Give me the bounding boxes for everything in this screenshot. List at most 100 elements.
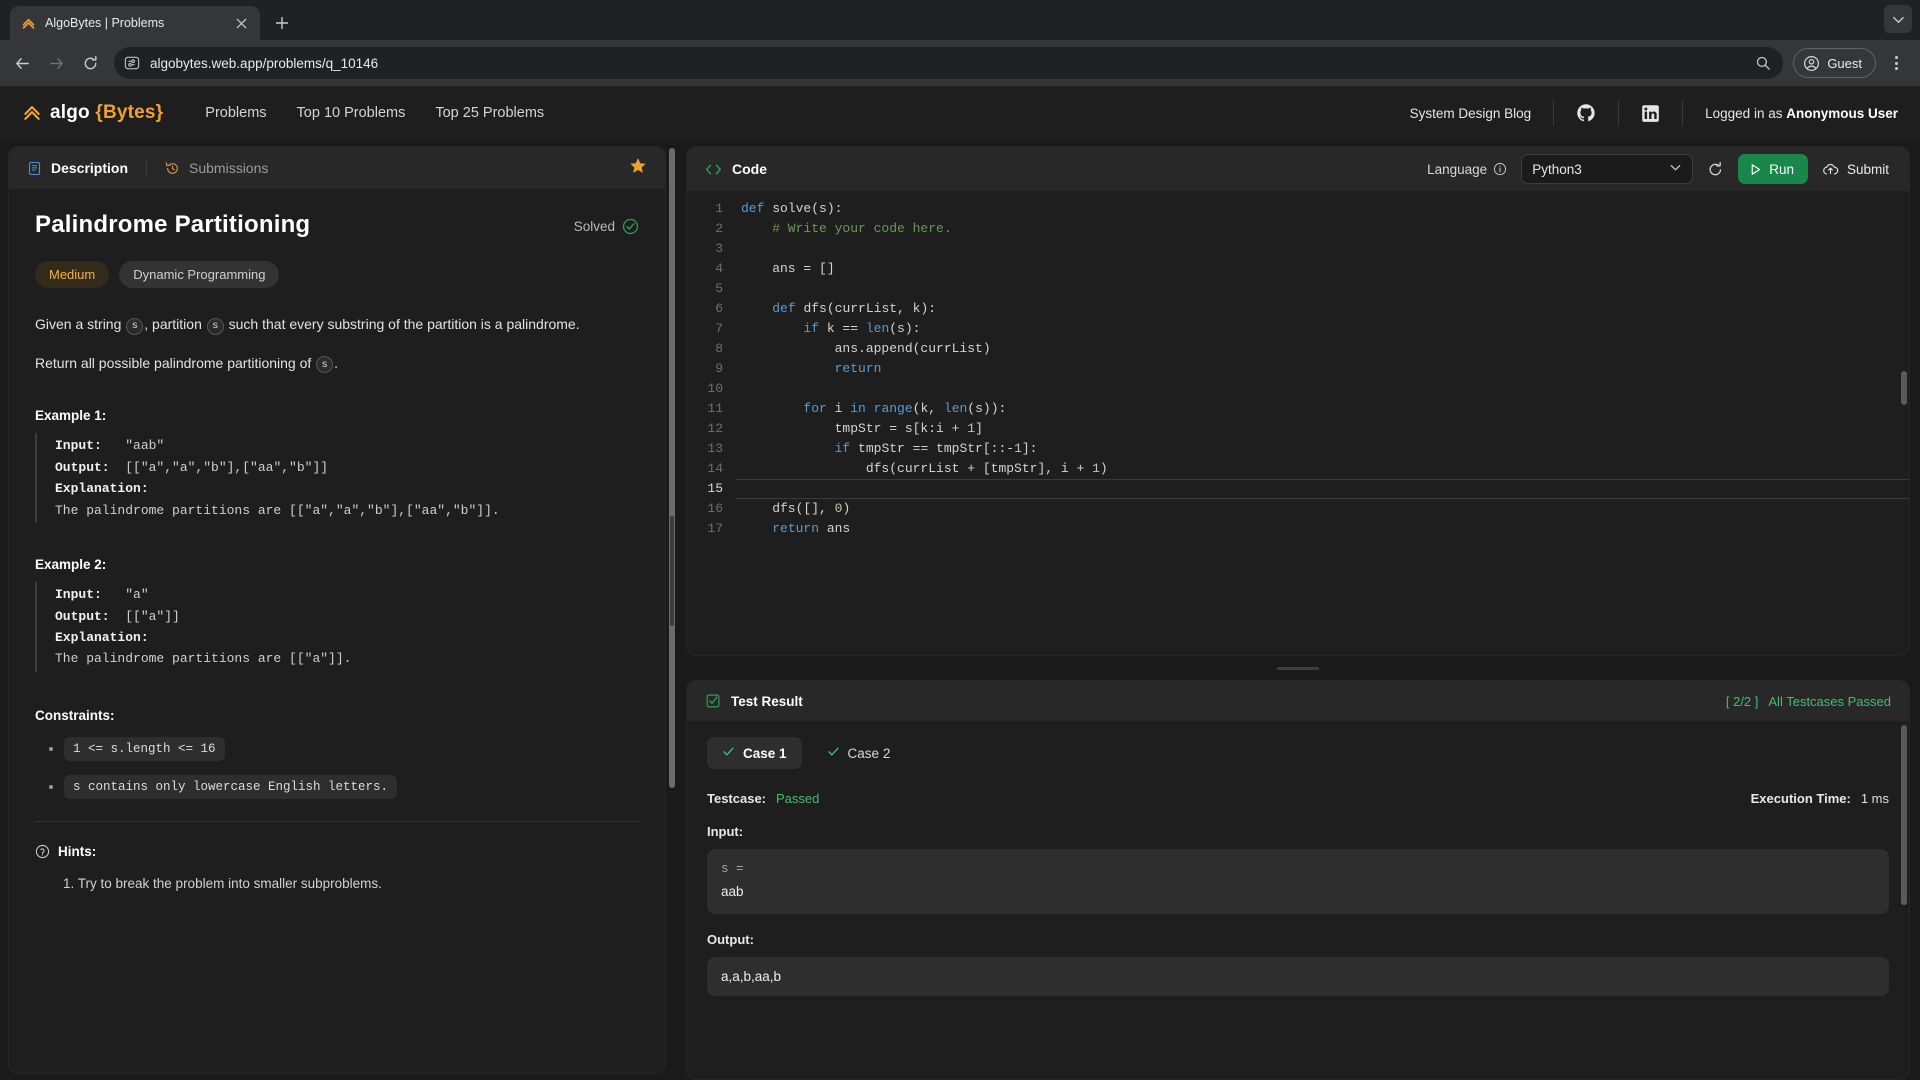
nav-link-top-10-problems[interactable]: Top 10 Problems: [297, 105, 406, 121]
case-tab-2-label: Case 2: [847, 745, 891, 761]
run-button[interactable]: Run: [1738, 154, 1808, 184]
description-tabbar: Description Submissions: [9, 147, 665, 189]
line-number: 14: [707, 461, 723, 476]
solved-label: Solved: [573, 219, 615, 234]
test-result-body: Case 1 Case 2 Testcase: Passed Execution…: [687, 721, 1909, 1079]
url-text: algobytes.web.app/problems/q_10146: [150, 55, 379, 71]
address-bar[interactable]: algobytes.web.app/problems/q_10146: [114, 47, 1784, 79]
code-line[interactable]: if k == len(s):: [735, 319, 1909, 339]
brand-accent: {Bytes}: [95, 102, 164, 123]
line-number: 7: [715, 321, 723, 336]
test-result-title: Test Result: [705, 693, 803, 709]
code-text-area[interactable]: def solve(s): # Write your code here. an…: [735, 199, 1909, 655]
code-scrollbar-thumb[interactable]: [1901, 371, 1907, 405]
github-icon[interactable]: [1554, 103, 1618, 123]
case-tab-1-label: Case 1: [743, 745, 787, 761]
brand-logo[interactable]: algo {Bytes}: [22, 102, 163, 124]
page-title: Palindrome Partitioning: [35, 211, 311, 238]
code-line[interactable]: [735, 379, 1909, 399]
case-tab-1[interactable]: Case 1: [707, 737, 802, 769]
code-line[interactable]: [735, 279, 1909, 299]
browser-tab[interactable]: AlgoBytes | Problems: [10, 6, 260, 40]
logged-in-prefix: Logged in as: [1705, 105, 1787, 121]
code-line[interactable]: return ans: [735, 519, 1909, 539]
tab-description[interactable]: Description: [27, 160, 128, 176]
statement-part: Given a string: [35, 316, 126, 332]
system-design-blog-link[interactable]: System Design Blog: [1388, 106, 1554, 121]
left-pane: Description Submissions Palindrome Parti…: [8, 146, 676, 1080]
code-line[interactable]: for i in range(k, len(s)):: [735, 399, 1909, 419]
profile-button[interactable]: Guest: [1793, 48, 1876, 78]
new-tab-button[interactable]: [268, 9, 296, 37]
code-line[interactable]: dfs([], 0): [735, 499, 1909, 519]
checklist-icon: [705, 693, 721, 709]
code-line[interactable]: dfs(currList + [tmpStr], i + 1): [735, 459, 1909, 479]
search-icon[interactable]: [1755, 55, 1771, 71]
nav-link-top-25-problems[interactable]: Top 25 Problems: [435, 105, 544, 121]
check-circle-icon: [622, 218, 639, 235]
linkedin-icon[interactable]: [1619, 104, 1682, 123]
language-select[interactable]: Python3: [1521, 154, 1694, 184]
reload-icon[interactable]: [74, 47, 106, 79]
chevron-down-icon[interactable]: [1884, 5, 1912, 33]
pane-resize-handle[interactable]: [670, 516, 674, 626]
statement-part: such that every substring of the partiti…: [224, 316, 580, 332]
description-card: Description Submissions Palindrome Parti…: [8, 146, 666, 1074]
topic-badge[interactable]: Dynamic Programming: [119, 261, 280, 288]
example-explanation-value: The palindrome partitions are [["a"]].: [55, 651, 352, 667]
code-line[interactable]: return: [735, 359, 1909, 379]
test-scrollbar-thumb[interactable]: [1901, 725, 1907, 905]
close-icon[interactable]: [232, 14, 250, 32]
code-line[interactable]: [735, 239, 1909, 259]
code-card: Code Language Python3 Run Submit 1 2 3 4…: [686, 146, 1910, 656]
tab-strip: AlgoBytes | Problems: [0, 0, 1920, 40]
bullet-icon: [49, 746, 53, 751]
code-line[interactable]: tmpStr = s[k:i + 1]: [735, 419, 1909, 439]
reset-icon[interactable]: [1707, 161, 1724, 178]
difficulty-badge[interactable]: Medium: [35, 261, 110, 288]
inline-code-s: s: [126, 317, 144, 335]
code-line[interactable]: [735, 479, 1909, 499]
code-line[interactable]: ans = []: [735, 259, 1909, 279]
statement-part: , partition: [144, 316, 206, 332]
code-header: Code Language Python3 Run Submit: [687, 147, 1909, 191]
code-line[interactable]: # Write your code here.: [735, 219, 1909, 239]
panel-drag-handle[interactable]: [686, 664, 1910, 672]
code-line[interactable]: def dfs(currList, k):: [735, 299, 1909, 319]
case-tab-2[interactable]: Case 2: [812, 737, 906, 769]
code-line[interactable]: if tmpStr == tmpStr[::-1]:: [735, 439, 1909, 459]
line-number: 12: [707, 421, 723, 436]
check-icon: [827, 745, 840, 761]
right-pane: Code Language Python3 Run Submit 1 2 3 4…: [686, 146, 1910, 1080]
tab-description-label: Description: [51, 160, 129, 176]
divider: [35, 820, 639, 822]
star-icon[interactable]: [629, 157, 647, 180]
code-line[interactable]: def solve(s):: [735, 199, 1909, 219]
arrow-left-icon[interactable]: [6, 47, 38, 79]
constraints-heading: Constraints:: [35, 707, 115, 723]
inline-code-s: s: [316, 356, 334, 374]
history-icon: [165, 161, 180, 176]
problem-statement-line-2: Return all possible palindrome partition…: [35, 353, 639, 375]
output-label: Output:: [55, 459, 110, 475]
question-circle-icon: [35, 844, 50, 859]
submit-button-label: Submit: [1846, 161, 1889, 177]
info-icon[interactable]: [1493, 162, 1507, 176]
code-line[interactable]: ans.append(currList): [735, 339, 1909, 359]
output-label: Output:: [55, 608, 110, 624]
kebab-menu-icon[interactable]: [1882, 49, 1910, 77]
solved-status: Solved: [574, 211, 639, 235]
brand-prefix: algo: [50, 102, 96, 123]
hints-heading-label: Hints:: [58, 843, 97, 859]
submit-button[interactable]: Submit: [1822, 161, 1891, 178]
tab-submissions[interactable]: Submissions: [165, 160, 268, 176]
code-editor[interactable]: 1 2 3 4 5 6 7 8 9 10 11 12 13 14 15 16 17 def solve(s): …: [687, 191, 1909, 655]
site-settings-icon[interactable]: [124, 55, 140, 71]
nav-link-problems[interactable]: Problems: [205, 105, 266, 121]
scrollbar-thumb[interactable]: [669, 148, 675, 788]
line-number: 6: [715, 301, 723, 316]
example-block: Input: "aab" Output: [["a","a","b"],["aa…: [35, 433, 639, 524]
output-value: [["a","a","b"],["aa","b"]]: [125, 459, 329, 475]
line-number: 3: [715, 241, 723, 256]
algobytes-app: algo {Bytes} Problems Top 10 Problems To…: [0, 86, 1920, 1080]
